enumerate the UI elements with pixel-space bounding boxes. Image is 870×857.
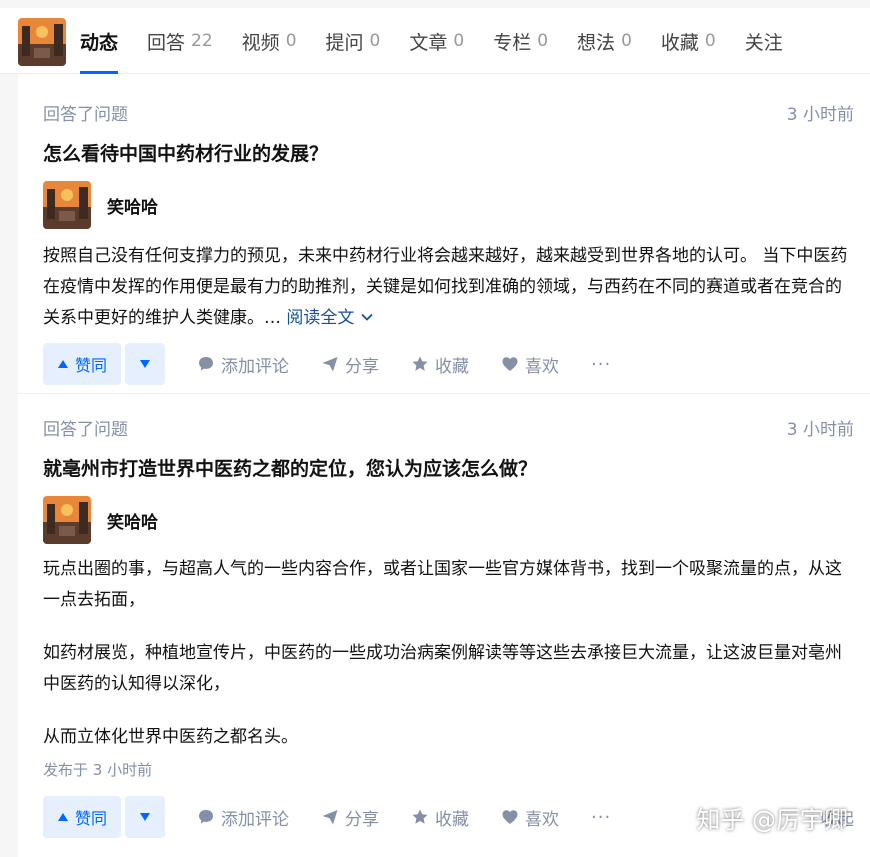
heart-icon — [502, 810, 518, 824]
like-button[interactable]: 喜欢 — [501, 805, 559, 830]
upvote-label: 赞同 — [75, 356, 108, 375]
read-more-label: 阅读全文 — [286, 308, 355, 328]
like-button[interactable]: 喜欢 — [501, 352, 559, 377]
tab-label: 收藏 — [660, 31, 699, 54]
star-icon — [412, 809, 428, 824]
star-icon — [412, 356, 428, 371]
share-label: 分享 — [345, 809, 380, 830]
upvote-button[interactable]: 赞同 — [43, 343, 122, 385]
comment-label: 添加评论 — [221, 356, 290, 377]
collect-label: 收藏 — [435, 809, 470, 830]
answer-paragraph: 玩点出圈的事，与超高人气的一些内容合作，或者让国家一些官方媒体背书，找到一个吸聚… — [43, 559, 842, 610]
tab-count: 0 — [621, 31, 632, 51]
collect-label: 收藏 — [435, 356, 470, 377]
share-button[interactable]: 分享 — [321, 352, 379, 377]
feed-item: 回答了问题 3 小时前 就亳州市打造世界中医药之都的定位，您认为应该怎么做？ 笑… — [18, 393, 870, 857]
share-label: 分享 — [345, 356, 380, 377]
tab-label: 关注 — [744, 31, 783, 54]
question-title[interactable]: 就亳州市打造世界中医药之都的定位，您认为应该怎么做？ — [43, 454, 854, 481]
comment-label: 添加评论 — [221, 809, 290, 830]
activity-type: 回答了问题 — [43, 105, 128, 125]
tab-count: 22 — [191, 31, 213, 51]
activity-feed: 回答了问题 3 小时前 怎么看待中国中药材行业的发展？ 笑哈哈 按照自己没有任何… — [18, 74, 870, 857]
user-avatar[interactable] — [18, 18, 66, 66]
tab-label: 回答 — [147, 31, 186, 54]
tab-activity[interactable]: 动态 — [80, 8, 119, 74]
activity-type: 回答了问题 — [43, 420, 128, 440]
feed-item-meta: 回答了问题 3 小时前 — [43, 394, 854, 440]
question-title[interactable]: 怎么看待中国中药材行业的发展？ — [43, 139, 854, 166]
profile-tab-bar: 动态 回答 22 视频 0 提问 0 文章 0 专栏 0 想法 0 收藏 0 关注 — [0, 8, 870, 74]
share-icon — [322, 357, 338, 372]
tab-videos[interactable]: 视频 0 — [242, 8, 297, 74]
action-bar: 赞同 添加评论 分享 收藏 喜欢 ··· 收起 — [43, 796, 854, 838]
comment-icon — [199, 810, 214, 824]
tab-count: 0 — [537, 31, 549, 51]
answer-content: 玩点出圈的事，与超高人气的一些内容合作，或者让国家一些官方媒体背书，找到一个吸聚… — [43, 554, 854, 753]
collect-button[interactable]: 收藏 — [411, 805, 469, 830]
feed-item: 回答了问题 3 小时前 怎么看待中国中药材行业的发展？ 笑哈哈 按照自己没有任何… — [18, 74, 870, 393]
like-label: 喜欢 — [525, 809, 560, 830]
tab-thoughts[interactable]: 想法 0 — [577, 8, 632, 74]
tab-columns[interactable]: 专栏 0 — [493, 8, 548, 74]
profile-tabs: 动态 回答 22 视频 0 提问 0 文章 0 专栏 0 想法 0 收藏 0 关注 — [80, 8, 812, 74]
upvote-label: 赞同 — [75, 809, 108, 828]
published-time[interactable]: 发布于 3 小时前 — [43, 759, 854, 780]
collapse-button[interactable]: 收起 — [820, 805, 854, 830]
chevron-down-icon — [361, 313, 373, 321]
triangle-up-icon — [58, 360, 68, 368]
tab-label: 专栏 — [493, 31, 532, 54]
author-name[interactable]: 笑哈哈 — [107, 193, 158, 218]
feed-item-meta: 回答了问题 3 小时前 — [43, 74, 854, 125]
answer-text: 按照自己没有任何支撑力的预见，未来中药材行业将会越来越好，越来越受到世界各地的认… — [43, 246, 848, 328]
tab-collections[interactable]: 收藏 0 — [661, 8, 716, 74]
tab-label: 动态 — [80, 31, 119, 54]
author-name[interactable]: 笑哈哈 — [107, 508, 158, 533]
downvote-button[interactable] — [125, 796, 166, 838]
tab-label: 文章 — [409, 31, 448, 54]
answer-excerpt[interactable]: 按照自己没有任何支撑力的预见，未来中药材行业将会越来越好，越来越受到世界各地的认… — [43, 241, 854, 334]
tab-count: 0 — [704, 31, 716, 51]
author-info: 笑哈哈 — [43, 181, 854, 229]
like-label: 喜欢 — [525, 356, 560, 377]
answer-paragraph: 从而立体化世界中医药之都名头。 — [43, 727, 298, 747]
comment-button[interactable]: 添加评论 — [197, 805, 289, 830]
tab-articles[interactable]: 文章 0 — [409, 8, 464, 74]
answer-paragraph: 如药材展览，种植地宣传片，中医药的一些成功治病案例解读等等这些去承接巨大流量，让… — [43, 643, 842, 694]
upvote-button[interactable]: 赞同 — [43, 796, 122, 838]
tab-questions[interactable]: 提问 0 — [326, 8, 381, 74]
tab-label: 视频 — [241, 31, 280, 54]
tab-label: 提问 — [325, 31, 364, 54]
downvote-button[interactable] — [125, 343, 166, 385]
more-options-button[interactable]: ··· — [591, 354, 611, 375]
heart-icon — [502, 357, 518, 371]
author-avatar[interactable] — [43, 181, 91, 229]
triangle-up-icon — [58, 813, 68, 821]
tab-count: 0 — [285, 31, 297, 51]
comment-button[interactable]: 添加评论 — [197, 352, 289, 377]
comment-icon — [199, 357, 214, 371]
triangle-down-icon — [140, 360, 151, 368]
author-info: 笑哈哈 — [43, 496, 854, 544]
tab-following[interactable]: 关注 — [745, 8, 783, 74]
share-icon — [322, 810, 338, 825]
activity-time: 3 小时前 — [786, 105, 854, 125]
author-avatar[interactable] — [43, 496, 91, 544]
tab-label: 想法 — [577, 31, 616, 54]
read-more-link[interactable]: 阅读全文 — [286, 308, 373, 328]
more-options-button[interactable]: ··· — [591, 807, 611, 828]
tab-count: 0 — [453, 31, 465, 51]
action-bar: 赞同 添加评论 分享 收藏 喜欢 ··· — [43, 343, 854, 385]
triangle-down-icon — [140, 813, 151, 821]
share-button[interactable]: 分享 — [321, 805, 379, 830]
tab-answers[interactable]: 回答 22 — [147, 8, 213, 74]
collect-button[interactable]: 收藏 — [411, 352, 469, 377]
activity-time: 3 小时前 — [786, 420, 854, 440]
tab-count: 0 — [369, 31, 381, 51]
